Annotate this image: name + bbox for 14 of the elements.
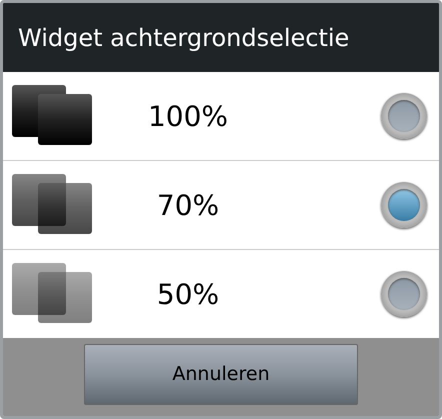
option-label: 70% <box>156 188 220 222</box>
radio-button[interactable] <box>381 271 427 317</box>
cancel-button[interactable]: Annuleren <box>84 344 358 404</box>
option-label: 100% <box>146 100 230 132</box>
overlapping-squares-icon <box>12 85 94 147</box>
option-row[interactable]: 70% <box>3 161 439 250</box>
radio-button[interactable] <box>381 182 427 228</box>
option-label: 50% <box>156 278 220 310</box>
radio-button[interactable] <box>381 93 427 139</box>
overlapping-squares-icon <box>12 174 94 236</box>
overlapping-squares-icon <box>12 263 94 325</box>
dialog-title: Widget achtergrondselectie <box>18 24 350 52</box>
option-row[interactable]: 100% <box>3 72 439 161</box>
option-row[interactable]: 50% <box>3 250 439 338</box>
